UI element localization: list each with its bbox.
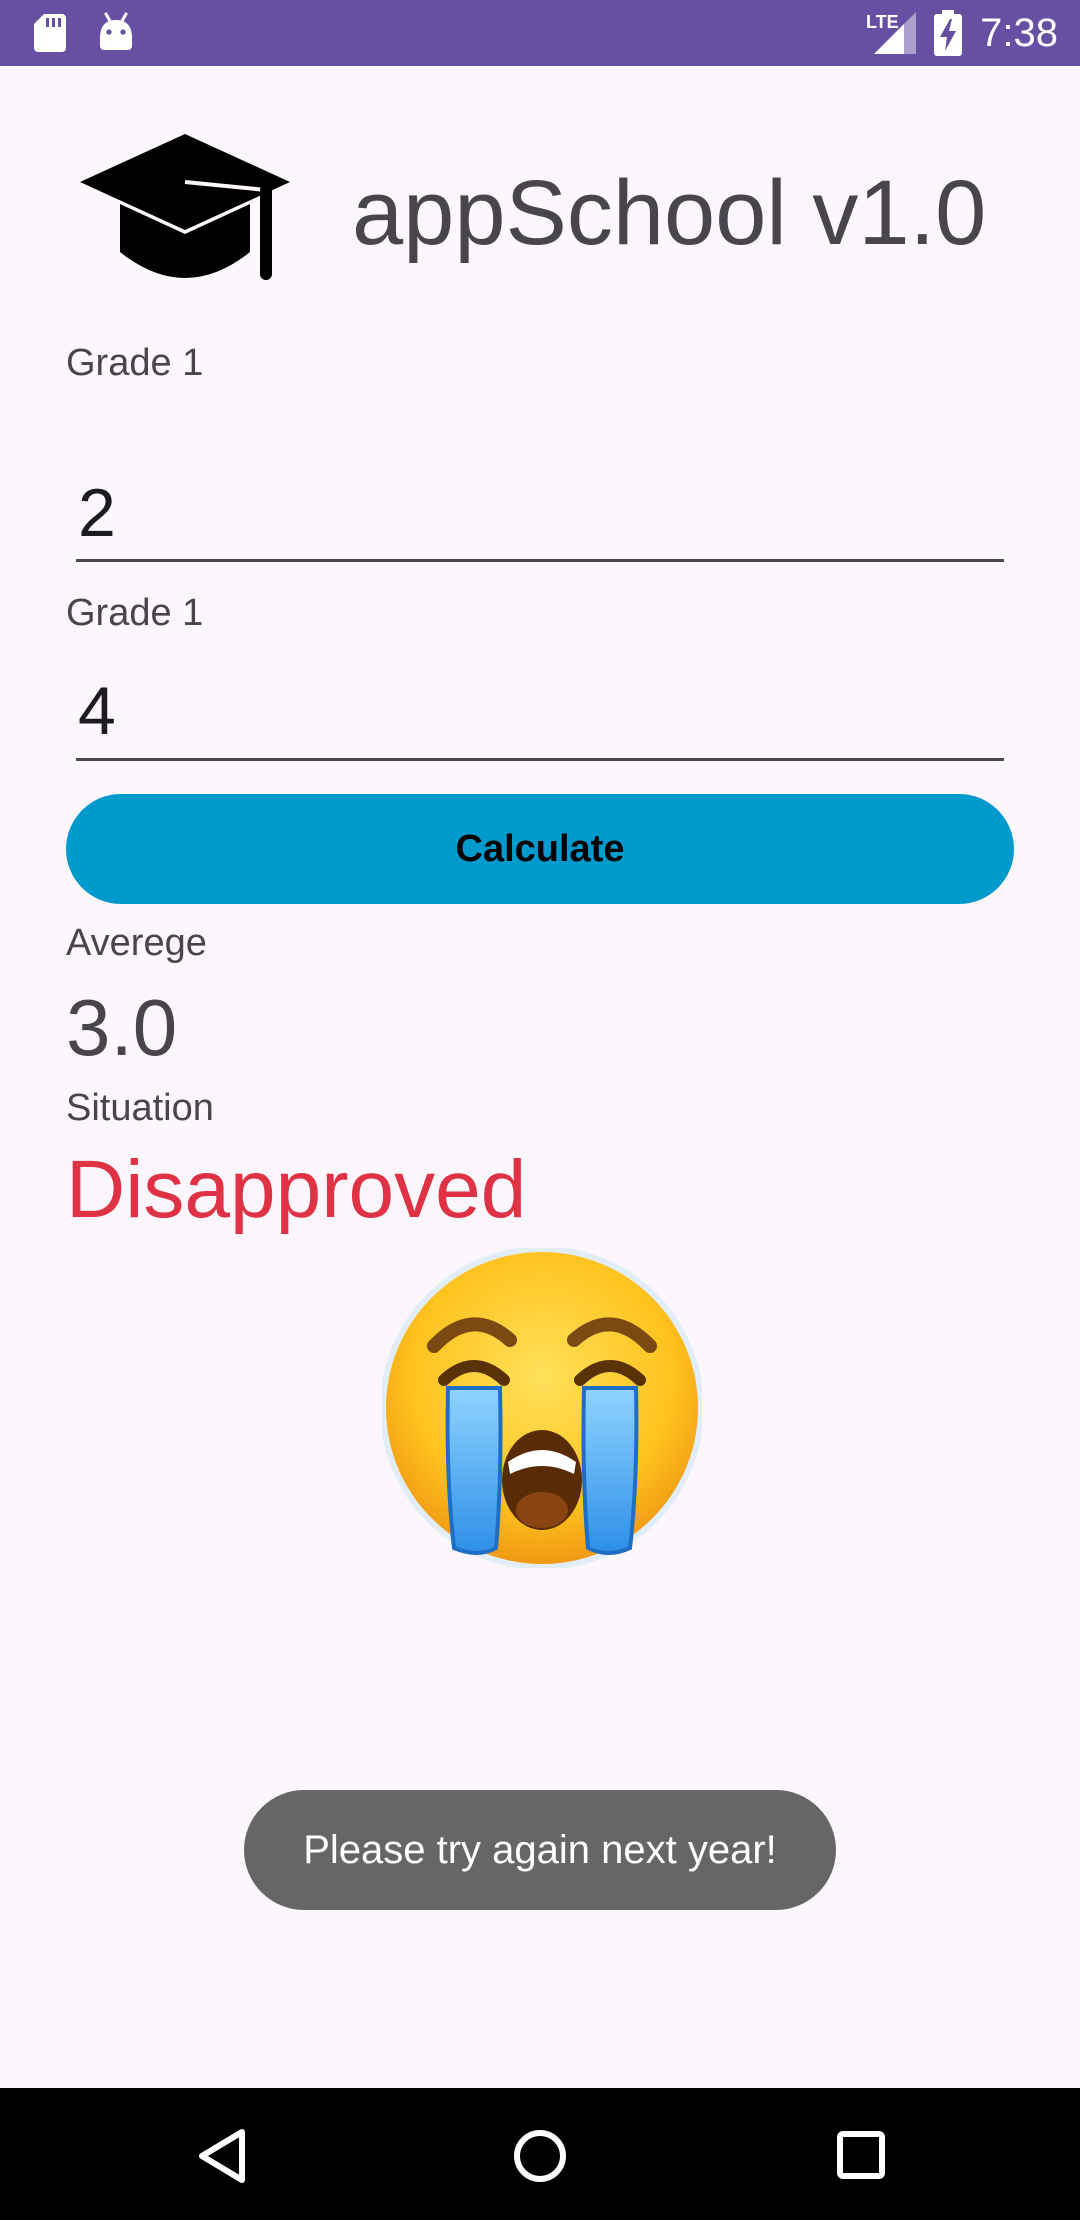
toast-message: Please try again next year! <box>244 1790 836 1910</box>
battery-charging-icon <box>934 10 962 56</box>
average-label: Averege <box>66 922 207 964</box>
grade2-underline <box>76 758 1004 761</box>
navigation-bar <box>0 2088 1080 2220</box>
grade2-label: Grade 1 <box>66 592 204 634</box>
loudly-crying-face-icon <box>382 1248 702 1568</box>
status-time: 7:38 <box>980 11 1058 55</box>
back-icon[interactable] <box>196 2128 248 2184</box>
status-bar: LTE 7:38 <box>0 0 1080 66</box>
android-icon <box>100 12 132 50</box>
grade2-input[interactable] <box>76 666 1004 756</box>
recents-icon[interactable] <box>836 2130 886 2180</box>
graduation-cap-icon <box>80 134 290 280</box>
grade1-label: Grade 1 <box>66 342 204 384</box>
grade1-underline <box>76 559 1004 562</box>
app-title: appSchool v1.0 <box>352 162 987 264</box>
lte-signal-icon <box>874 12 916 54</box>
home-icon[interactable] <box>512 2128 568 2184</box>
calculate-button[interactable]: Calculate <box>66 794 1014 904</box>
grade1-input[interactable] <box>76 468 1004 558</box>
sd-card-icon <box>34 14 66 52</box>
situation-label: Situation <box>66 1087 214 1129</box>
situation-value: Disapproved <box>66 1144 527 1235</box>
average-value: 3.0 <box>66 983 178 1072</box>
